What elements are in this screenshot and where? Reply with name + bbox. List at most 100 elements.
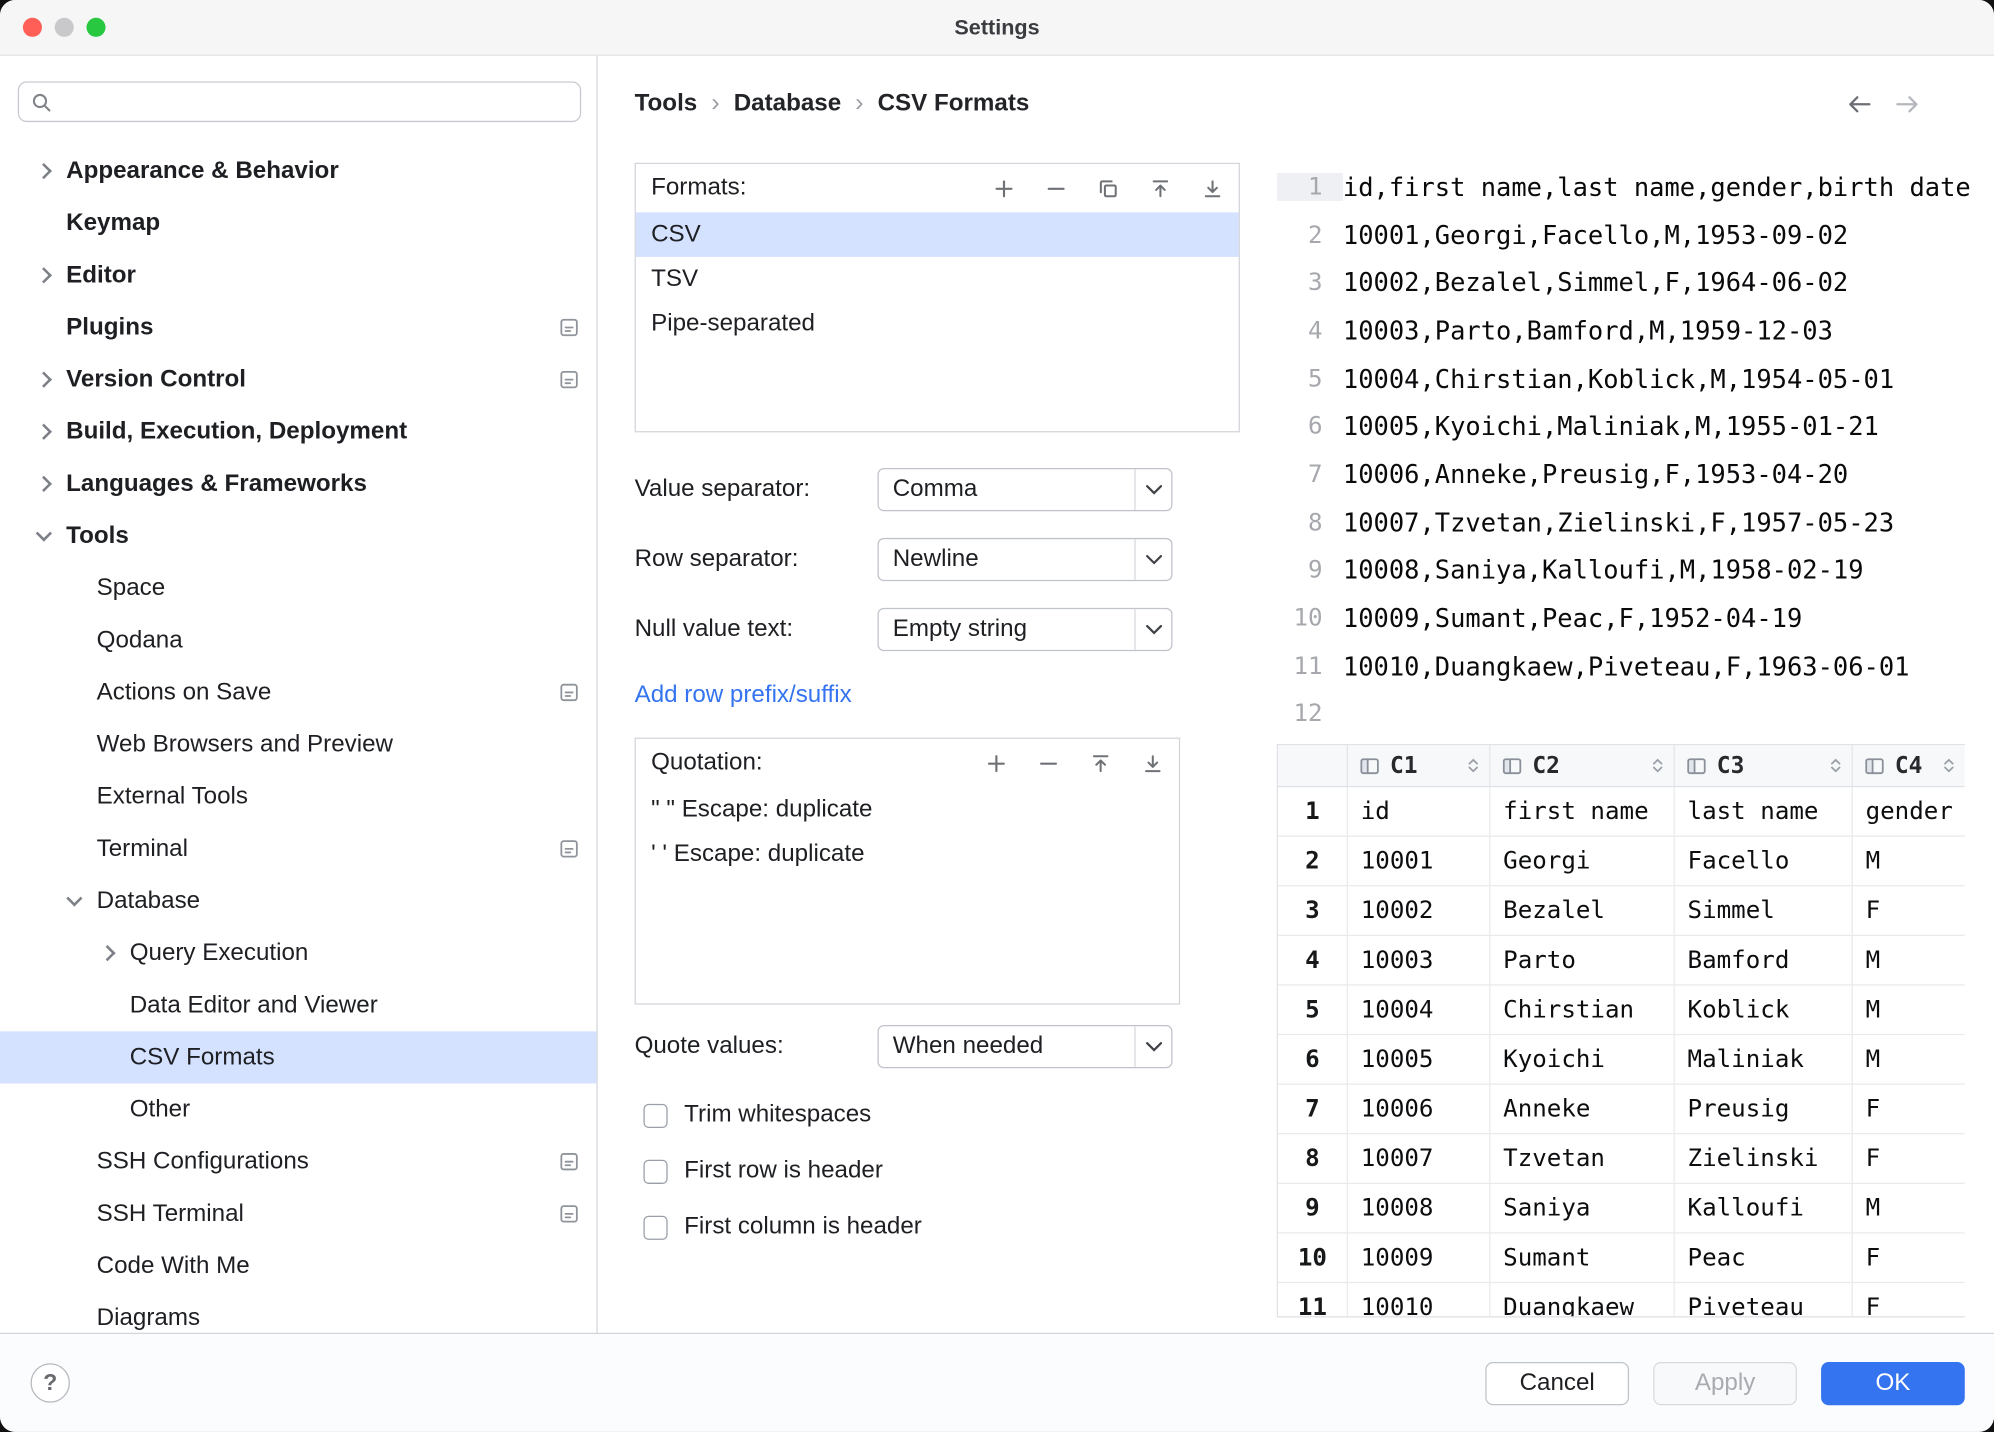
chevron-icon (36, 372, 52, 388)
sidebar-item[interactable]: Actions on Save (0, 666, 596, 718)
checkbox[interactable] (643, 1103, 667, 1127)
move-down-button[interactable] (1142, 752, 1164, 774)
sidebar-item[interactable]: Web Browsers and Preview (0, 719, 596, 771)
table-header-row: C1 C2 (1278, 745, 1965, 787)
checkbox[interactable] (643, 1159, 667, 1183)
sidebar-item[interactable]: Other (0, 1083, 596, 1135)
sidebar-item[interactable]: CSV Formats (0, 1031, 596, 1083)
move-up-button[interactable] (1090, 752, 1112, 774)
table-cell: first name (1489, 787, 1673, 835)
sidebar-item[interactable]: External Tools (0, 771, 596, 823)
sidebar-item[interactable]: Version Control (0, 354, 596, 406)
quotation-item-label: " " Escape: duplicate (651, 795, 872, 823)
settings-search-input[interactable] (61, 88, 568, 115)
sidebar-item[interactable]: Diagrams (0, 1292, 596, 1333)
checkbox-row[interactable]: First column is header (635, 1208, 922, 1246)
column-icon (1359, 756, 1379, 775)
sidebar-item-label: Qodana (97, 626, 183, 654)
add-quotation-button[interactable] (986, 752, 1008, 774)
combo-select[interactable]: Comma (877, 468, 1172, 511)
forward-button[interactable] (1895, 94, 1920, 114)
minimize-button[interactable] (55, 18, 74, 37)
table-row: 4 10003 Parto Bamford M (1278, 936, 1965, 986)
table-cell: M (1852, 936, 1965, 984)
help-button[interactable]: ? (31, 1363, 70, 1402)
quotation-item[interactable]: " " Escape: duplicate (636, 787, 1179, 832)
sidebar-item[interactable]: Keymap (0, 197, 596, 249)
apply-button[interactable]: Apply (1653, 1362, 1797, 1405)
field-row: Row separator: Newline (635, 538, 1240, 581)
checkbox[interactable] (643, 1215, 667, 1239)
sidebar-item-label: Space (97, 574, 166, 602)
sidebar-item[interactable]: Plugins (0, 301, 596, 353)
quote-values-select[interactable]: When needed (877, 1025, 1172, 1068)
formats-panel: Formats: (635, 163, 1240, 433)
sidebar-item[interactable]: Appearance & Behavior (0, 145, 596, 197)
sidebar-item[interactable]: Database (0, 875, 596, 927)
column-header[interactable]: C2 (1489, 745, 1673, 786)
remove-format-button[interactable] (1045, 177, 1067, 199)
close-button[interactable] (23, 18, 42, 37)
chevron-down-icon (1134, 1026, 1171, 1067)
zoom-button[interactable] (86, 18, 105, 37)
sidebar-item[interactable]: Editor (0, 249, 596, 301)
back-button[interactable] (1847, 94, 1872, 114)
sort-icon[interactable] (1827, 757, 1844, 775)
combo-select[interactable]: Newline (877, 538, 1172, 581)
sort-icon[interactable] (1465, 757, 1482, 775)
code-text: 10010,Duangkaew,Piveteau,F,1963-06-01 (1343, 651, 1910, 682)
checkbox-row[interactable]: First row is header (635, 1152, 922, 1190)
sidebar-item[interactable]: Qodana (0, 614, 596, 666)
table-cell: 10008 (1347, 1184, 1489, 1232)
sort-icon[interactable] (1649, 757, 1666, 775)
combo-value: Empty string (879, 616, 1135, 644)
chevron-icon (99, 945, 115, 961)
remove-quotation-button[interactable] (1038, 752, 1060, 774)
table-cell: Anneke (1489, 1085, 1673, 1133)
duplicate-format-button[interactable] (1097, 177, 1119, 199)
cancel-button[interactable]: Cancel (1485, 1362, 1629, 1405)
table-cell: Georgi (1489, 837, 1673, 885)
column-header[interactable]: C1 (1347, 745, 1489, 786)
code-line: 8 10007,Tzvetan,Zielinski,F,1957-05-23 (1277, 498, 1982, 546)
sidebar-item-label: Build, Execution, Deployment (66, 418, 407, 446)
sort-icon[interactable] (1941, 757, 1958, 775)
format-item[interactable]: TSV (636, 257, 1239, 302)
column-header[interactable]: C3 (1674, 745, 1852, 786)
sidebar-item[interactable]: Code With Me (0, 1240, 596, 1292)
column-icon (1686, 756, 1706, 775)
checkbox-label: First column is header (684, 1213, 922, 1241)
sidebar-item-label: Version Control (66, 366, 246, 394)
sidebar-item[interactable]: SSH Terminal (0, 1188, 596, 1240)
table-row: 9 10008 Saniya Kalloufi M (1278, 1184, 1965, 1234)
move-down-button[interactable] (1202, 177, 1224, 199)
sidebar-item[interactable]: Terminal (0, 823, 596, 875)
settings-search[interactable] (18, 81, 581, 122)
add-row-prefix-suffix-link[interactable]: Add row prefix/suffix (635, 682, 852, 710)
sidebar-item-label: Terminal (97, 835, 188, 863)
move-up-button[interactable] (1150, 177, 1172, 199)
checkbox-row[interactable]: Trim whitespaces (635, 1096, 922, 1134)
sidebar-item[interactable]: Tools (0, 510, 596, 562)
sidebar-item[interactable]: Languages & Frameworks (0, 458, 596, 510)
table-cell: Maliniak (1674, 1035, 1852, 1083)
sidebar-item[interactable]: Build, Execution, Deployment (0, 406, 596, 458)
format-item[interactable]: CSV (636, 212, 1239, 257)
ok-button[interactable]: OK (1821, 1362, 1965, 1405)
sidebar-item-label: CSV Formats (130, 1043, 275, 1071)
row-number: 11 (1278, 1283, 1347, 1317)
add-format-button[interactable] (993, 177, 1015, 199)
column-header[interactable]: C4 (1852, 745, 1965, 786)
breadcrumb-database[interactable]: Database (734, 90, 841, 118)
quotation-item[interactable]: ' ' Escape: duplicate (636, 832, 1179, 877)
sidebar-item[interactable]: Space (0, 562, 596, 614)
sidebar-item[interactable]: Data Editor and Viewer (0, 979, 596, 1031)
sidebar-item[interactable]: SSH Configurations (0, 1136, 596, 1188)
line-number: 8 (1277, 508, 1343, 536)
format-item[interactable]: Pipe-separated (636, 301, 1239, 346)
breadcrumb-tools[interactable]: Tools (635, 90, 698, 118)
line-number: 4 (1277, 317, 1343, 345)
sidebar-item[interactable]: Query Execution (0, 927, 596, 979)
combo-select[interactable]: Empty string (877, 608, 1172, 651)
format-item-label: CSV (651, 221, 701, 249)
